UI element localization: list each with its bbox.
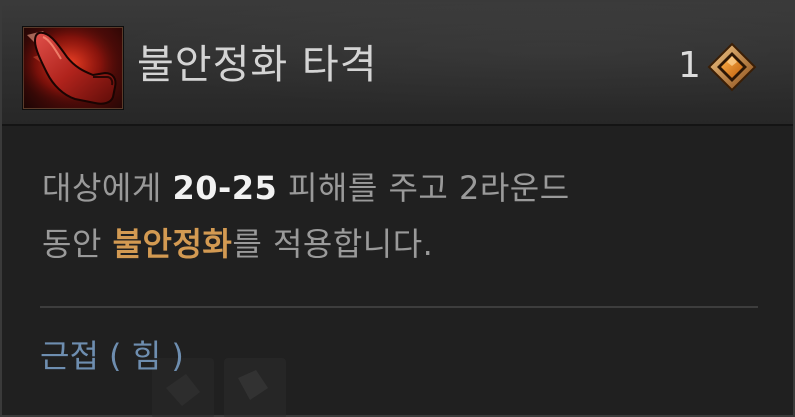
damage-value: 20-25 [172, 169, 278, 207]
orange-diamond-gem-icon [707, 42, 757, 92]
skill-icon [22, 26, 124, 110]
skill-title: 불안정화 타격 [137, 42, 378, 88]
desc-text: 피해를 주고 2라운드 [277, 169, 570, 207]
skill-tooltip: 불안정화 타격 1 대상에게 20-25 피해를 주고 2라운드 동안 불안정화… [0, 0, 795, 417]
desc-text: 를 적용합니다. [232, 225, 434, 263]
desc-text: 대상에게 [42, 169, 173, 207]
cost-value: 1 [678, 45, 701, 86]
desc-text: 동안 [42, 225, 113, 263]
tooltip-header: 불안정화 타격 1 [2, 2, 793, 126]
red-kick-leg-icon [23, 27, 123, 109]
divider [40, 306, 758, 308]
skill-description: 대상에게 20-25 피해를 주고 2라운드 동안 불안정화를 적용합니다. [42, 160, 762, 272]
skill-tag: 근접 ( 힘 ) [40, 337, 184, 375]
status-effect-keyword[interactable]: 불안정화 [113, 225, 233, 263]
